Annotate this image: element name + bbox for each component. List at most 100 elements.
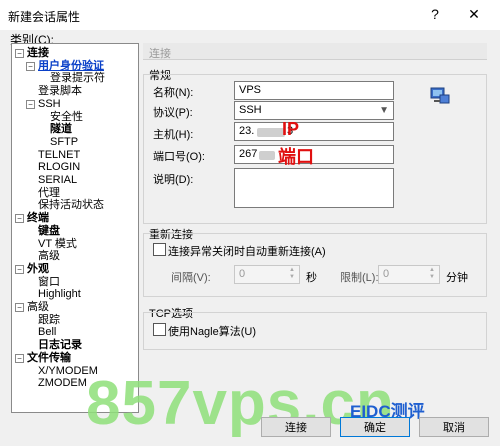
interval-value: 0 <box>239 268 246 280</box>
tree-item-label: SERIAL <box>38 174 78 186</box>
expander-icon[interactable]: − <box>15 49 24 58</box>
tree-item[interactable]: Bell <box>12 326 136 339</box>
tree-item[interactable]: VT 模式 <box>12 238 136 251</box>
description-label: 说明(D): <box>153 174 194 186</box>
tree-item-label: 高级 <box>38 250 60 263</box>
expander-icon[interactable]: − <box>26 61 35 71</box>
panel-header-title: 连接 <box>149 48 171 60</box>
tree-item-label: TELNET <box>38 148 81 161</box>
name-input[interactable]: VPS <box>234 81 394 100</box>
dialog-title: 新建会话属性 <box>8 10 81 24</box>
tree-item[interactable]: Highlight <box>12 288 136 301</box>
tree-item[interactable]: TELNET <box>12 149 136 162</box>
tree-item[interactable]: 安全性 <box>12 111 136 124</box>
tree-item-label: 跟踪 <box>38 313 60 326</box>
tree-item-label: 登录提示符 <box>50 72 105 85</box>
category-tree[interactable]: − 连接 − 用户身份验证 登录提示符 登录脚本 − SSH 安全性 隧道 SFTP TELNET RL… <box>11 43 139 413</box>
tree-item-label: RLOGIN <box>38 161 81 174</box>
description-textarea[interactable] <box>234 168 394 208</box>
limit-stepper[interactable]: 0 ▲ ▼ <box>378 265 440 284</box>
panel-header: 连接 <box>143 43 487 60</box>
tree-item-label: 代理 <box>38 186 60 199</box>
tree-item-label: VT 模式 <box>38 237 77 250</box>
tree-item[interactable]: SERIAL <box>12 174 136 187</box>
tree-item[interactable]: 隧道 <box>12 123 136 136</box>
expander-icon[interactable]: − <box>15 264 24 274</box>
tree-item-label: 高级 <box>27 301 49 313</box>
close-icon[interactable]: ✕ <box>464 5 484 23</box>
nagle-label: 使用Nagle算法(U) <box>168 326 257 338</box>
tree-item[interactable]: − 用户身份验证 <box>12 60 136 73</box>
tree-item-label: 保持活动状态 <box>38 199 104 212</box>
protocol-label: 协议(P): <box>153 107 193 119</box>
tree-item-label: 键盘 <box>38 224 60 237</box>
host-label: 主机(H): <box>153 129 194 141</box>
tree-item-label: Bell <box>38 326 57 339</box>
tree-item[interactable]: 窗口 <box>12 276 136 289</box>
nagle-checkbox[interactable] <box>153 323 166 336</box>
tree-item-label: 用户身份验证 <box>38 59 104 72</box>
tree-item[interactable]: − 外观 <box>12 263 136 276</box>
name-label: 名称(N): <box>153 87 194 99</box>
tree-item[interactable]: − 连接 <box>12 47 136 60</box>
ip-annotation: IP <box>282 119 300 139</box>
tree-item-label: 文件传输 <box>27 351 71 364</box>
tree-item[interactable]: 登录提示符 <box>12 72 136 85</box>
tree-item-label: 窗口 <box>38 275 60 288</box>
ok-button[interactable]: 确定 <box>340 417 410 437</box>
computer-icon <box>430 87 450 104</box>
redacted-host <box>257 128 285 137</box>
tree-item[interactable]: − 文件传输 <box>12 352 136 365</box>
tree-item[interactable]: 登录脚本 <box>12 85 136 98</box>
tree-item-label: 外观 <box>27 262 49 275</box>
tree-item[interactable]: 代理 <box>12 187 136 200</box>
port-label: 端口号(O): <box>153 151 205 163</box>
interval-stepper[interactable]: 0 ▲ ▼ <box>234 265 300 284</box>
help-icon[interactable]: ? <box>425 5 445 23</box>
protocol-select[interactable]: SSH ▼ <box>234 101 394 120</box>
port-value: 267 <box>239 148 258 160</box>
tree-item-label: SFTP <box>50 135 79 148</box>
spinner-icon: ▲ ▼ <box>289 267 295 280</box>
cancel-button[interactable]: 取消 <box>419 417 489 437</box>
tree-item[interactable]: 日志记录 <box>12 339 136 352</box>
connect-button[interactable]: 连接 <box>261 417 331 437</box>
auto-reconnect-checkbox[interactable] <box>153 243 166 256</box>
tree-item-label: 终端 <box>27 212 49 225</box>
spinner-icon: ▲ ▼ <box>429 267 435 280</box>
expander-icon[interactable]: − <box>15 214 24 224</box>
tree-item[interactable]: 保持活动状态 <box>12 199 136 212</box>
tree-item[interactable]: − SSH <box>12 98 136 111</box>
tree-item[interactable]: 键盘 <box>12 225 136 238</box>
limit-value: 0 <box>383 268 390 280</box>
tree-item-label: 安全性 <box>50 110 83 123</box>
tree-item[interactable]: 高级 <box>12 250 136 263</box>
tree-item-label: SSH <box>38 97 61 110</box>
interval-unit: 秒 <box>306 272 317 284</box>
port-input[interactable]: 267 <box>234 145 394 164</box>
dialog-titlebar: 新建会话属性 ? ✕ <box>0 0 500 30</box>
tree-item-label: 连接 <box>27 47 49 59</box>
tree-item-label: 隧道 <box>50 123 72 136</box>
port-annotation: 端口 <box>278 147 314 167</box>
tree-item[interactable]: − 终端 <box>12 212 136 225</box>
interval-label: 间隔(V): <box>171 272 211 284</box>
tree-item[interactable]: − 高级 <box>12 301 136 314</box>
tree-item-label: ZMODEM <box>38 377 87 390</box>
chevron-down-icon: ▼ <box>379 105 389 116</box>
expander-icon[interactable]: − <box>15 303 24 312</box>
tree-item[interactable]: SFTP <box>12 136 136 149</box>
tree-item-label: 登录脚本 <box>38 85 82 98</box>
host-input[interactable]: 23. 3 <box>234 122 394 141</box>
tree-item-label: Highlight <box>38 288 81 301</box>
limit-label: 限制(L): <box>340 272 379 284</box>
expander-icon[interactable]: − <box>26 99 35 109</box>
redacted-port <box>259 151 275 160</box>
protocol-value: SSH <box>239 104 262 116</box>
tree-item-label: 日志记录 <box>38 339 82 352</box>
auto-reconnect-label: 连接异常关闭时自动重新连接(A) <box>168 246 326 258</box>
tree-item[interactable]: 跟踪 <box>12 314 136 327</box>
limit-unit: 分钟 <box>446 272 468 284</box>
expander-icon[interactable]: − <box>15 353 24 363</box>
tree-item[interactable]: RLOGIN <box>12 161 136 174</box>
